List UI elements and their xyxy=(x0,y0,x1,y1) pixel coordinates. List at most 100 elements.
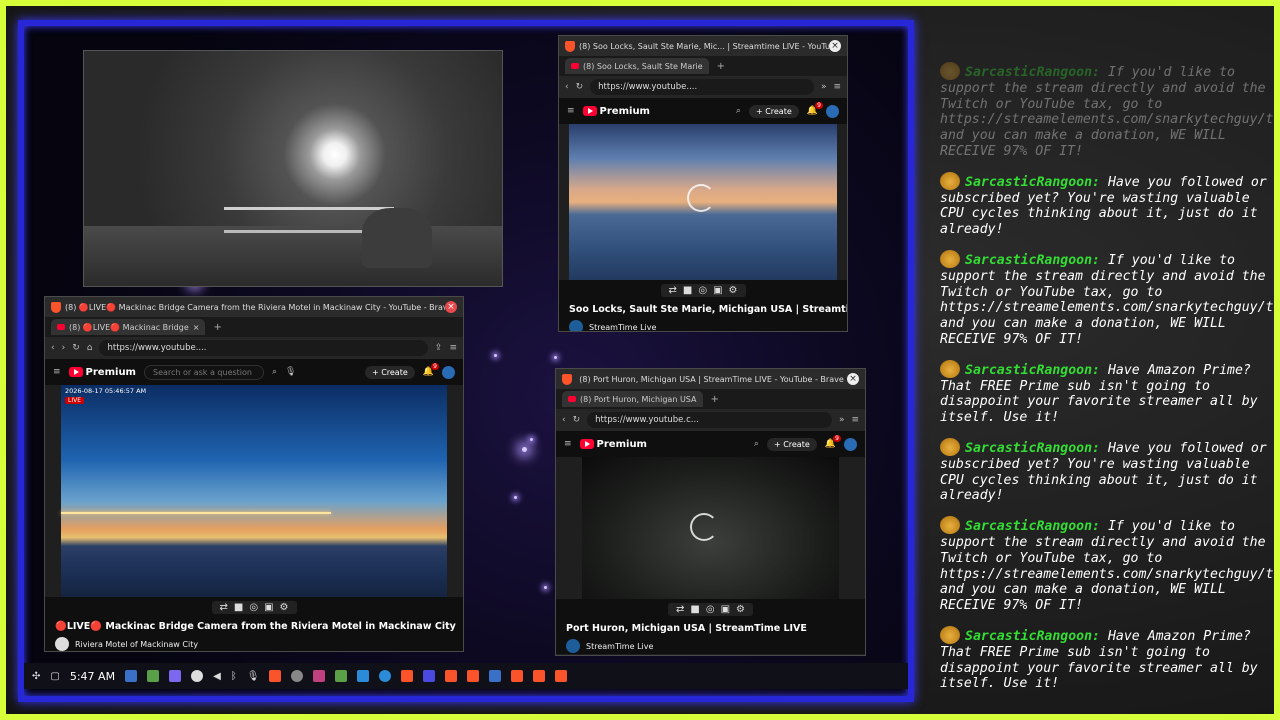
screenshot-icon[interactable]: ▣ xyxy=(713,285,722,296)
video-player[interactable] xyxy=(569,124,837,280)
brave-taskbar-icon[interactable] xyxy=(467,670,480,682)
files-icon[interactable] xyxy=(357,670,370,682)
channel-avatar[interactable] xyxy=(55,637,69,651)
hamburger-icon[interactable]: ≡ xyxy=(53,367,61,377)
back-icon[interactable]: ‹ xyxy=(562,415,566,425)
forward-icon[interactable]: › xyxy=(62,343,66,353)
share-icon[interactable]: ⇪ xyxy=(435,343,443,353)
mic-icon[interactable]: 🎙 xyxy=(285,367,296,377)
app-icon[interactable] xyxy=(335,670,348,682)
loop-icon[interactable]: ⇄ xyxy=(220,602,228,613)
stop-icon[interactable]: ■ xyxy=(690,604,699,615)
channel-name[interactable]: StreamTime Live xyxy=(589,323,656,332)
close-tab-icon[interactable]: × xyxy=(193,323,200,332)
create-button[interactable]: + Create xyxy=(364,365,415,379)
brave-taskbar-icon[interactable] xyxy=(401,670,414,682)
browser-window-soo[interactable]: (8) Soo Locks, Sault Ste Marie, Mic... |… xyxy=(558,35,848,332)
brave-taskbar-icon[interactable] xyxy=(533,670,546,682)
reload-icon[interactable]: ↻ xyxy=(72,343,80,353)
search-icon[interactable]: ⌕ xyxy=(736,106,741,116)
url-field[interactable]: https://www.youtube.... xyxy=(590,79,814,95)
avatar[interactable] xyxy=(442,365,455,379)
stop-icon[interactable]: ■ xyxy=(234,602,243,613)
overview-icon[interactable]: ▢ xyxy=(50,671,59,682)
audio-icon[interactable]: ◎ xyxy=(249,602,258,613)
home-icon[interactable]: ⌂ xyxy=(87,343,93,353)
create-button[interactable]: + Create xyxy=(766,437,817,451)
avatar[interactable] xyxy=(844,437,857,451)
app-icon[interactable] xyxy=(489,670,502,682)
browser-window-mackinac[interactable]: (8) 🔴LIVE🔴 Mackinac Bridge Camera from t… xyxy=(44,296,464,652)
bell-icon[interactable]: 🔔 9 xyxy=(807,102,823,116)
audio-icon[interactable]: ◎ xyxy=(698,285,707,296)
search-input[interactable]: Search or ask a question xyxy=(143,364,264,380)
browser-tab[interactable]: (8) Soo Locks, Sault Ste Marie xyxy=(565,58,709,74)
extensions-icon[interactable]: » xyxy=(839,415,845,425)
brave-taskbar-icon[interactable] xyxy=(445,670,458,682)
hamburger-icon[interactable]: ≡ xyxy=(567,106,575,116)
create-button[interactable]: + Create xyxy=(748,104,799,118)
audio-icon[interactable]: ◎ xyxy=(706,604,715,615)
youtube-logo[interactable]: Premium xyxy=(582,106,650,117)
search-icon[interactable]: ⌕ xyxy=(754,439,759,449)
extensions-icon[interactable]: » xyxy=(821,82,827,92)
launcher-icon[interactable]: ✣ xyxy=(32,671,40,682)
mic-icon[interactable]: 🎙 xyxy=(247,671,260,682)
close-button[interactable]: × xyxy=(829,40,841,52)
volume-icon[interactable]: ◀ xyxy=(213,671,221,682)
video-title[interactable]: 🔴LIVE🔴 Mackinac Bridge Camera from the R… xyxy=(45,617,463,636)
channel-avatar[interactable] xyxy=(569,320,583,331)
avatar[interactable] xyxy=(826,104,839,118)
loop-icon[interactable]: ⇄ xyxy=(669,285,677,296)
video-title[interactable]: Soo Locks, Sault Ste Marie, Michigan USA… xyxy=(559,300,847,319)
obs-icon[interactable] xyxy=(291,670,304,682)
channel-avatar[interactable] xyxy=(566,639,580,653)
youtube-logo[interactable]: Premium xyxy=(68,367,136,378)
browser-window-huron[interactable]: (8) Port Huron, Michigan USA | StreamTim… xyxy=(555,368,866,656)
reload-icon[interactable]: ↻ xyxy=(576,82,584,92)
brave-taskbar-icon[interactable] xyxy=(269,670,282,682)
settings-icon[interactable]: ⚙ xyxy=(280,602,289,613)
bell-icon[interactable]: 🔔 9 xyxy=(825,435,841,449)
bluetooth-icon[interactable]: ᛒ xyxy=(231,671,237,682)
loop-icon[interactable]: ⇄ xyxy=(676,604,684,615)
new-tab-button[interactable]: + xyxy=(213,322,221,333)
video-title[interactable]: Port Huron, Michigan USA | StreamTime LI… xyxy=(556,619,865,638)
browser-tab[interactable]: (8) 🔴LIVE🔴 Mackinac Bridge × xyxy=(51,319,206,335)
new-tab-button[interactable]: + xyxy=(717,61,725,72)
youtube-logo[interactable]: Premium xyxy=(579,439,647,450)
reload-icon[interactable]: ↻ xyxy=(573,415,581,425)
menu-icon[interactable]: ≡ xyxy=(851,415,859,425)
hamburger-icon[interactable]: ≡ xyxy=(564,439,572,449)
check-icon[interactable] xyxy=(191,670,204,682)
channel-name[interactable]: Riviera Motel of Mackinaw City xyxy=(75,640,198,649)
discord-icon[interactable] xyxy=(169,670,182,682)
app-icon[interactable] xyxy=(313,670,326,682)
new-tab-button[interactable]: + xyxy=(711,394,719,405)
brave-taskbar-icon[interactable] xyxy=(511,670,524,682)
channel-name[interactable]: StreamTime Live xyxy=(586,642,653,651)
menu-icon[interactable]: ≡ xyxy=(449,343,457,353)
close-button[interactable]: × xyxy=(847,373,859,385)
screenshot-icon[interactable]: ▣ xyxy=(264,602,273,613)
stop-icon[interactable]: ■ xyxy=(683,285,692,296)
app-icon[interactable] xyxy=(379,670,392,682)
bell-icon[interactable]: 🔔 9 xyxy=(423,363,439,377)
menu-icon[interactable]: ≡ xyxy=(833,82,841,92)
settings-icon[interactable]: ⚙ xyxy=(729,285,738,296)
brave-taskbar-icon[interactable] xyxy=(555,670,568,682)
app-icon[interactable] xyxy=(423,670,436,682)
browser-tab[interactable]: (8) Port Huron, Michigan USA xyxy=(562,391,703,407)
tray-icon[interactable] xyxy=(147,670,160,682)
screenshot-icon[interactable]: ▣ xyxy=(721,604,730,615)
settings-icon[interactable]: ⚙ xyxy=(736,604,745,615)
video-player[interactable] xyxy=(582,457,839,599)
tray-icon[interactable] xyxy=(125,670,138,682)
video-player[interactable]: 2026-08-17 05:46:57 AM LIVE xyxy=(61,385,447,597)
close-button[interactable]: × xyxy=(445,301,457,313)
url-field[interactable]: https://www.youtube.c... xyxy=(587,412,832,428)
back-icon[interactable]: ‹ xyxy=(565,82,569,92)
back-icon[interactable]: ‹ xyxy=(51,343,55,353)
url-field[interactable]: https://www.youtube.... xyxy=(99,340,428,356)
search-icon[interactable]: ⌕ xyxy=(272,367,277,377)
